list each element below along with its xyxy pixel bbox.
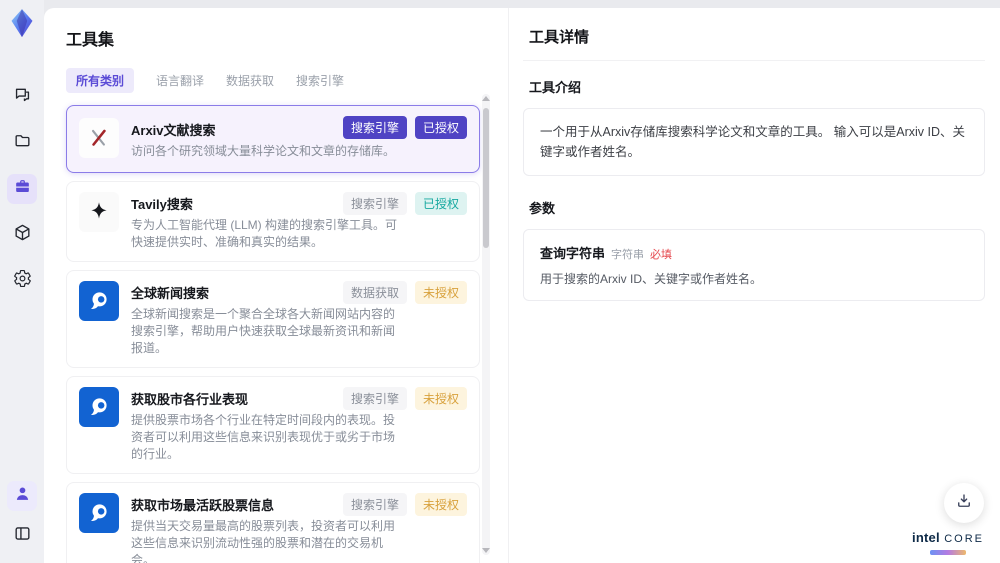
download-button[interactable] (944, 483, 984, 523)
folder-icon (13, 131, 32, 155)
tool-name: 全球新闻搜索 (131, 286, 210, 301)
tool-description: 全球新闻搜索是一个聚合全球各大新闻网站内容的搜索引擎，帮助用户快速获取全球最新资… (131, 307, 396, 355)
category-tabs: 所有类别 语言翻译 数据获取 搜索引擎 (66, 68, 480, 93)
blue-news-icon (79, 281, 119, 321)
detail-title: 工具详情 (523, 26, 985, 61)
tool-description: 访问各个研究领域大量科学论文和文章的存储库。 (131, 144, 396, 158)
list-scrollbar[interactable] (482, 94, 490, 555)
category-tag: 搜索引擎 (342, 192, 407, 215)
tool-description: 专为人工智能代理 (LLM) 构建的搜索引擎工具。可快速提供实时、准确和真实的结… (131, 218, 398, 249)
blue-news-icon (79, 493, 119, 533)
tab-language-translation[interactable]: 语言翻译 (156, 68, 204, 93)
tool-description: 提供当天交易量最高的股票列表，投资者可以利用这些信息来识别流动性强的股票和潜在的… (131, 519, 396, 563)
app-logo (8, 8, 36, 38)
tool-card-global-news[interactable]: 全球新闻搜索 全球新闻搜索是一个聚合全球各大新闻网站内容的搜索引擎，帮助用户快速… (66, 270, 480, 368)
category-tag: 搜索引擎 (342, 493, 407, 516)
category-tag: 搜索引擎 (342, 116, 407, 139)
tab-data-acquisition[interactable]: 数据获取 (226, 68, 274, 93)
category-tag: 数据获取 (342, 281, 407, 304)
layout-panel-icon (13, 524, 32, 548)
intro-text: 一个用于从Arxiv存储库搜索科学论文和文章的工具。 输入可以是Arxiv ID… (540, 125, 966, 159)
tool-name: Tavily搜索 (131, 197, 193, 212)
params-heading: 参数 (529, 201, 556, 216)
core-wordmark: CORE (944, 533, 984, 546)
intro-box: 一个用于从Arxiv存储库搜索科学论文和文章的工具。 输入可以是Arxiv ID… (523, 108, 985, 176)
tool-card-stock-sectors[interactable]: 获取股市各行业表现 提供股票市场各个行业在特定时间段内的表现。投资者可以利用这些… (66, 376, 480, 474)
user-icon (13, 484, 32, 508)
sidebar-item-files[interactable] (7, 128, 37, 158)
sidebar (0, 0, 44, 563)
gear-icon (13, 269, 32, 293)
sidebar-item-chat[interactable] (7, 82, 37, 112)
param-description: 用于搜索的Arxiv ID、关键字或作者姓名。 (540, 272, 763, 286)
main-content: 工具集 所有类别 语言翻译 数据获取 搜索引擎 Arxiv文献搜索 访问各个研究… (44, 8, 1000, 563)
download-icon (955, 492, 973, 515)
category-tag: 搜索引擎 (342, 387, 407, 410)
param-name: 查询字符串 (540, 246, 606, 261)
scrollbar-up-arrow[interactable] (482, 96, 490, 101)
tab-all-categories[interactable]: 所有类别 (66, 68, 135, 93)
tab-search-engine[interactable]: 搜索引擎 (296, 68, 344, 93)
auth-status-badge: 未授权 (414, 493, 467, 516)
chat-icon (13, 85, 32, 109)
intel-core-logo: intel CORE (912, 529, 984, 555)
intel-ultra-badge (930, 550, 967, 555)
auth-status-badge: 已授权 (414, 192, 467, 215)
param-required-badge: 必填 (650, 249, 673, 261)
tool-card-active-stocks[interactable]: 获取市场最活跃股票信息 提供当天交易量最高的股票列表，投资者可以利用这些信息来识… (66, 482, 480, 563)
scrollbar-thumb[interactable] (483, 108, 489, 248)
sparkle-icon (79, 192, 119, 232)
tool-list-panel: 工具集 所有类别 语言翻译 数据获取 搜索引擎 Arxiv文献搜索 访问各个研究… (44, 8, 508, 563)
auth-status-badge: 已授权 (414, 116, 467, 139)
cube-icon (13, 223, 32, 247)
sidebar-item-packages[interactable] (7, 220, 37, 250)
tool-name: 获取市场最活跃股票信息 (131, 498, 275, 513)
sidebar-item-tools[interactable] (7, 174, 37, 204)
page-title: 工具集 (66, 32, 115, 49)
sidebar-item-panel-toggle[interactable] (7, 521, 37, 551)
sidebar-item-profile[interactable] (7, 481, 37, 511)
tool-card-arxiv[interactable]: Arxiv文献搜索 访问各个研究领域大量科学论文和文章的存储库。 搜索引擎 已授… (66, 105, 480, 173)
param-box: 查询字符串 字符串 必填 用于搜索的Arxiv ID、关键字或作者姓名。 (523, 229, 985, 301)
tool-name: 获取股市各行业表现 (131, 392, 249, 407)
tool-detail-panel: 工具详情 工具介绍 一个用于从Arxiv存储库搜索科学论文和文章的工具。 输入可… (508, 8, 1000, 563)
tool-list: Arxiv文献搜索 访问各个研究领域大量科学论文和文章的存储库。 搜索引擎 已授… (66, 105, 480, 563)
toolbox-icon (13, 177, 32, 201)
tool-name: Arxiv文献搜索 (131, 123, 216, 138)
blue-news-icon (79, 387, 119, 427)
sidebar-item-settings[interactable] (7, 266, 37, 296)
auth-status-badge: 未授权 (414, 281, 467, 304)
tool-description: 提供股票市场各个行业在特定时间段内的表现。投资者可以利用这些信息来识别表现优于或… (131, 413, 396, 461)
intro-heading: 工具介绍 (529, 80, 582, 95)
arxiv-icon (79, 118, 119, 158)
intel-wordmark: intel (912, 530, 940, 546)
param-type: 字符串 (611, 249, 645, 261)
scrollbar-down-arrow[interactable] (482, 548, 490, 553)
tool-card-tavily[interactable]: Tavily搜索 专为人工智能代理 (LLM) 构建的搜索引擎工具。可快速提供实… (66, 181, 480, 262)
auth-status-badge: 未授权 (414, 387, 467, 410)
